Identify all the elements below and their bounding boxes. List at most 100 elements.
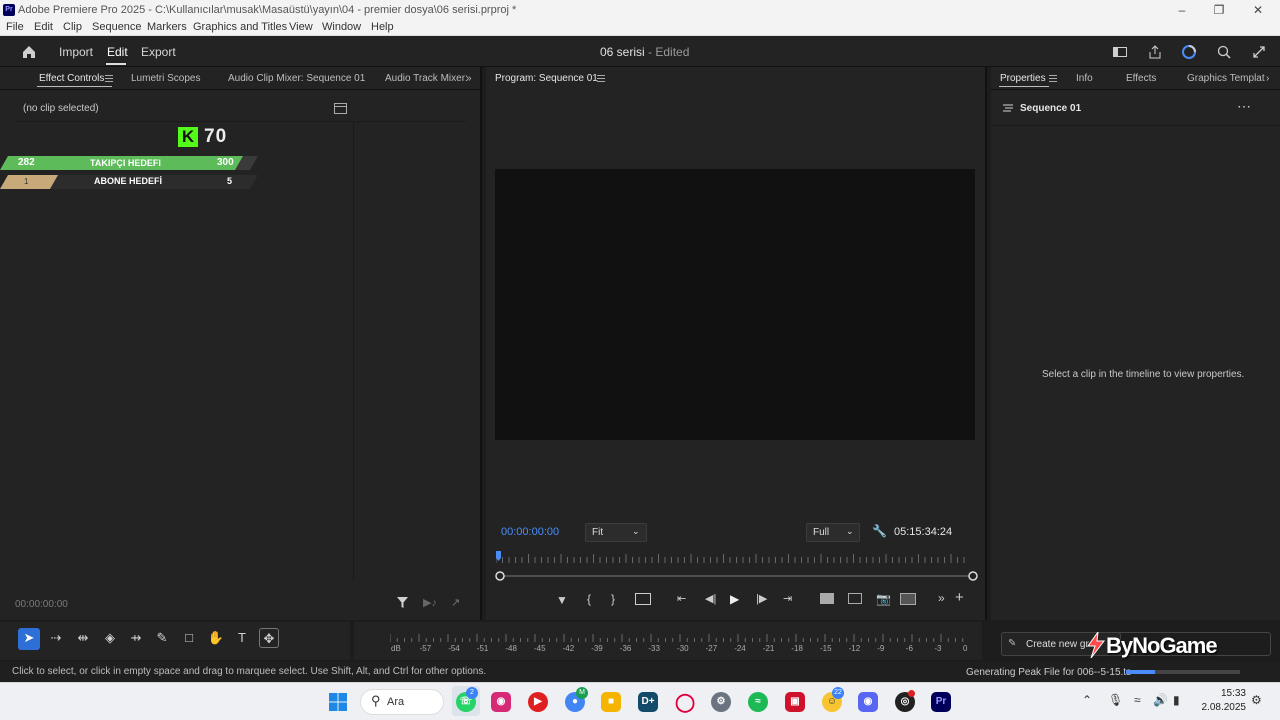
battery-icon[interactable]: ▮ xyxy=(1173,693,1180,707)
tab-lumetri-scopes[interactable]: Lumetri Scopes xyxy=(131,73,200,84)
menu-view[interactable]: View xyxy=(289,21,313,33)
youtube-music-icon[interactable]: ▶ xyxy=(528,692,548,712)
step-back-icon[interactable]: ◀| xyxy=(705,592,716,605)
panel-menu-icon[interactable] xyxy=(105,75,113,82)
menu-help[interactable]: Help xyxy=(371,21,394,33)
taskbar-search-label: Ara xyxy=(387,696,405,708)
play-icon[interactable]: ▶ xyxy=(730,592,739,606)
search-icon[interactable] xyxy=(1216,44,1232,60)
minimize-icon[interactable]: – xyxy=(1174,2,1190,18)
playhead-marker[interactable] xyxy=(496,551,501,561)
home-icon[interactable] xyxy=(21,44,37,60)
windows-start-icon[interactable] xyxy=(328,692,348,712)
mark-in-icon[interactable]: { xyxy=(587,592,591,606)
media-app-icon[interactable]: ▣ xyxy=(785,692,805,712)
menu-file[interactable]: File xyxy=(6,21,24,33)
more-tabs-icon[interactable]: › xyxy=(1266,73,1269,84)
slip-tool-icon[interactable]: ⇸ xyxy=(126,628,146,648)
kick-logo-icon: K xyxy=(178,127,198,147)
tab-properties[interactable]: Properties xyxy=(1000,73,1046,84)
wrench-icon[interactable]: 🔧 xyxy=(872,524,887,538)
more-tabs-icon[interactable]: » xyxy=(466,73,472,84)
menu-clip[interactable]: Clip xyxy=(63,21,82,33)
microphone-icon[interactable]: 🎙 xyxy=(1108,693,1123,707)
tab-graphics-templates[interactable]: Graphics Templat xyxy=(1187,73,1265,84)
share-icon[interactable] xyxy=(1147,44,1163,60)
toggle-timeline-icon[interactable] xyxy=(334,103,347,114)
more-options-icon[interactable]: ⋯ xyxy=(1237,98,1251,115)
time-ruler[interactable] xyxy=(496,551,972,565)
tab-audio-clip-mixer[interactable]: Audio Clip Mixer: Sequence 01 xyxy=(228,73,365,84)
close-icon[interactable]: ✕ xyxy=(1250,2,1266,18)
workspace-panel-icon[interactable] xyxy=(1112,44,1128,60)
opera-gx-icon[interactable]: ◯ xyxy=(675,692,695,712)
instagram-icon[interactable]: ◉ xyxy=(491,692,511,712)
volume-icon[interactable]: 🔊 xyxy=(1153,693,1168,707)
rectangle-tool-icon[interactable]: □ xyxy=(179,628,199,648)
fullscreen-icon[interactable] xyxy=(1251,44,1267,60)
progress-spinner-icon[interactable] xyxy=(1181,44,1197,60)
video-preview[interactable] xyxy=(495,169,975,440)
tab-audio-track-mixer[interactable]: Audio Track Mixer: xyxy=(385,73,468,84)
zoom-scrollbar[interactable] xyxy=(495,570,979,582)
pen-tool-icon[interactable]: ✎ xyxy=(152,628,172,648)
lift-icon[interactable] xyxy=(820,593,834,604)
panel-menu-icon[interactable] xyxy=(597,75,605,82)
export-frame-icon[interactable]: ↗ xyxy=(451,596,460,609)
menu-sequence[interactable]: Sequence xyxy=(92,21,142,33)
menu-graphics[interactable]: Graphics and Titles xyxy=(193,21,287,33)
clock-time[interactable]: 15:33 xyxy=(1202,688,1246,699)
safe-margins-icon[interactable] xyxy=(635,593,651,605)
add-marker-icon[interactable]: ▼ xyxy=(556,593,568,607)
restore-icon[interactable]: ❐ xyxy=(1211,2,1227,18)
edit-tab[interactable]: Edit xyxy=(107,45,128,59)
settings-icon[interactable]: ⚙ xyxy=(711,692,731,712)
tab-effects[interactable]: Effects xyxy=(1126,73,1156,84)
comparison-view-icon[interactable] xyxy=(900,593,916,605)
taskbar-search[interactable]: Ara ⚲ xyxy=(360,689,444,715)
tab-info[interactable]: Info xyxy=(1076,73,1093,84)
playhead-timecode[interactable]: 00:00:00:00 xyxy=(501,526,559,538)
file-explorer-icon[interactable]: ■ xyxy=(601,692,621,712)
auto-reframe-tool-icon[interactable]: ✥ xyxy=(259,628,279,648)
tab-program[interactable]: Program: Sequence 01 xyxy=(495,73,598,84)
selection-tool-icon[interactable]: ➤ xyxy=(19,628,39,648)
menu-edit[interactable]: Edit xyxy=(34,21,53,33)
meter-label: dB xyxy=(391,644,401,653)
add-button-icon[interactable]: + xyxy=(955,589,964,606)
notification-icon[interactable]: ⚙ xyxy=(1251,693,1262,707)
menu-window[interactable]: Window xyxy=(322,21,361,33)
disney-plus-icon[interactable]: D+ xyxy=(638,692,658,712)
sub-current: 1 xyxy=(24,177,29,186)
type-tool-icon[interactable]: T xyxy=(232,628,252,648)
discord-icon[interactable]: ◉ xyxy=(858,692,878,712)
extract-icon[interactable] xyxy=(848,593,862,604)
spotify-icon[interactable]: ≈ xyxy=(748,692,768,712)
audio-icon[interactable]: ▶♪ xyxy=(423,596,437,609)
wifi-icon[interactable]: ≈ xyxy=(1134,693,1141,707)
more-icon[interactable]: » xyxy=(938,591,945,605)
premiere-pro-icon[interactable]: Pr xyxy=(931,692,951,712)
filter-icon[interactable] xyxy=(396,596,409,609)
camera-icon[interactable]: 📷 xyxy=(876,592,891,606)
panel-menu-icon[interactable] xyxy=(1049,75,1057,82)
go-to-in-icon[interactable]: ⇤ xyxy=(677,592,686,605)
menu-markers[interactable]: Markers xyxy=(147,21,187,33)
tab-effect-controls[interactable]: Effect Controls xyxy=(39,73,104,84)
mark-out-icon[interactable]: } xyxy=(611,592,615,606)
clock-date[interactable]: 2.08.2025 xyxy=(1196,702,1247,713)
fit-dropdown[interactable]: Fit ⌄ xyxy=(585,523,647,542)
hand-tool-icon[interactable]: ✋ xyxy=(206,628,226,648)
import-tab[interactable]: Import xyxy=(59,45,93,59)
ripple-edit-tool-icon[interactable]: ⇹ xyxy=(73,628,93,648)
resolution-dropdown[interactable]: Full ⌄ xyxy=(806,523,860,542)
bynogame-logo-icon xyxy=(1087,632,1106,658)
track-select-tool-icon[interactable]: ⇢ xyxy=(46,628,66,648)
follower-goal: 300 xyxy=(217,157,234,168)
go-to-out-icon[interactable]: ⇥ xyxy=(783,592,792,605)
export-tab[interactable]: Export xyxy=(141,45,176,59)
razor-tool-icon[interactable]: ◈ xyxy=(100,628,120,648)
step-forward-icon[interactable]: |▶ xyxy=(756,592,767,605)
chevron-up-icon[interactable]: ⌃ xyxy=(1082,693,1092,707)
chevron-down-icon: ⌄ xyxy=(632,526,640,536)
